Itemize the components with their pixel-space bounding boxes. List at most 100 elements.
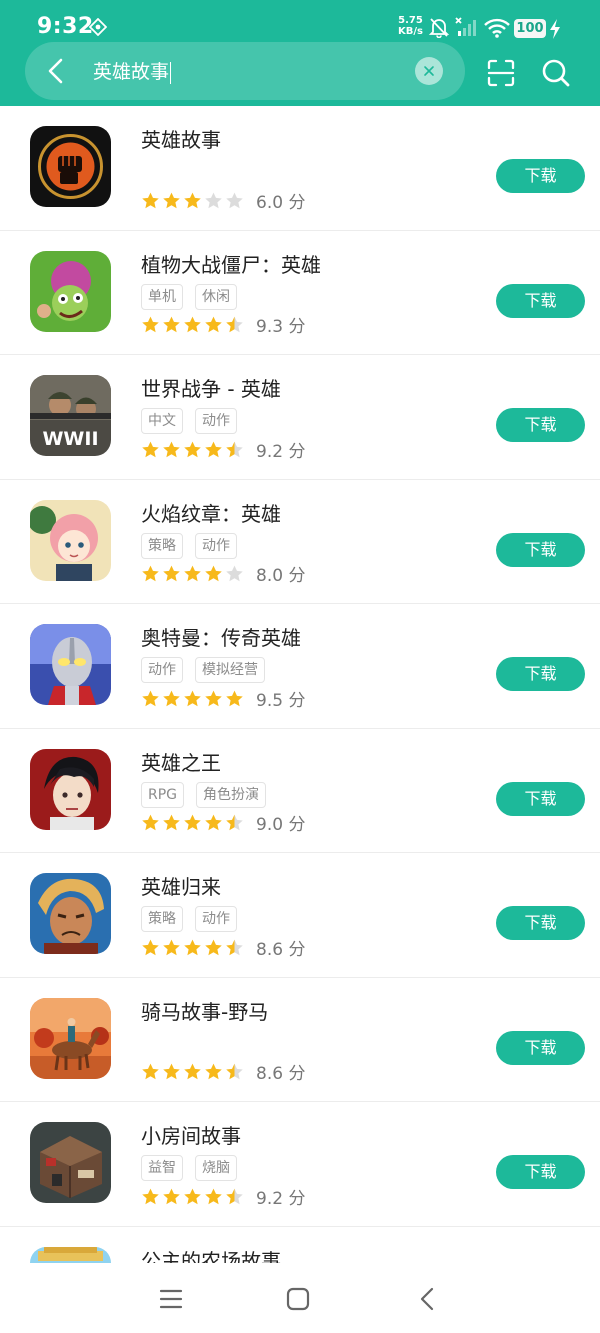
clear-search-button[interactable]: [415, 57, 443, 85]
app-name: 奥特曼：传奇英雄: [141, 626, 301, 650]
app-icon-dark-hair-hero: [30, 748, 111, 830]
scan-icon[interactable]: [485, 57, 517, 89]
star-full-icon: [226, 690, 243, 706]
app-tag: 动作: [141, 657, 183, 683]
star-empty-icon: [205, 192, 222, 208]
rating-score: 8.6 分: [256, 939, 306, 960]
star-rating: [141, 191, 244, 210]
star-full-icon: [142, 441, 159, 457]
app-name: 小房间故事: [141, 1124, 241, 1148]
star-full-icon: [163, 939, 180, 955]
app-list-item[interactable]: 火焰纹章：英雄 策略 动作 8.0 分 下载: [0, 480, 600, 604]
app-tags: 动作 模拟经营: [141, 657, 265, 683]
search-icon[interactable]: [540, 57, 572, 89]
app-rating: 8.0 分: [141, 563, 305, 586]
star-rating: [141, 440, 244, 459]
download-button[interactable]: 下载: [496, 1155, 585, 1189]
search-results-list[interactable]: 英雄故事 6.0 分 下载 植物大战僵尸：英雄 单机 休闲 9.3 分 下载 W…: [0, 106, 600, 1263]
star-rating: [141, 813, 244, 832]
app-name: 植物大战僵尸：英雄: [141, 252, 321, 277]
star-rating: [141, 1187, 244, 1206]
star-full-icon: [142, 565, 159, 582]
text-caret: [170, 61, 172, 84]
app-tags: 单机 休闲: [141, 283, 237, 310]
download-button[interactable]: 下载: [496, 1030, 585, 1065]
system-navigation-bar: [0, 1263, 600, 1333]
rating-score: 9.2 分: [256, 441, 306, 462]
download-button[interactable]: 下载: [496, 781, 585, 816]
app-list-item[interactable]: WWII 世界战争 - 英雄 中文 动作 9.2 分 下载: [0, 355, 600, 480]
app-rating: 9.3 分: [141, 314, 306, 337]
download-button[interactable]: 下载: [496, 283, 585, 318]
star-full-icon: [184, 565, 201, 582]
app-icon-anime-hero: [30, 499, 111, 581]
svg-text:WWII: WWII: [42, 428, 98, 450]
star-full-icon: [205, 814, 222, 831]
app-rating: 9.5 分: [141, 687, 306, 711]
back-button[interactable]: [42, 55, 72, 87]
app-name: 英雄之王: [141, 750, 221, 775]
download-button[interactable]: 下载: [496, 159, 585, 193]
star-half-icon: [226, 814, 243, 831]
battery-indicator: 100: [514, 19, 546, 38]
app-list-item[interactable]: 英雄归来 策略 动作 8.6 分 下载: [0, 853, 600, 978]
network-speed: 5.75 KB/s: [398, 15, 423, 37]
star-full-icon: [142, 1063, 159, 1080]
app-tag: 中文: [141, 408, 183, 434]
rating-score: 9.5 分: [256, 690, 306, 711]
star-half-icon: [226, 1063, 243, 1080]
app-rating: 9.2 分: [141, 438, 306, 462]
star-full-icon: [163, 690, 180, 706]
app-tag: 益智: [141, 1155, 183, 1181]
app-list-item[interactable]: 公主的农场故事: [0, 1227, 600, 1263]
app-icon-ultraman: [30, 624, 111, 705]
cell-signal-icon: [455, 17, 476, 36]
star-full-icon: [142, 939, 159, 955]
rating-score: 8.6 分: [256, 1064, 306, 1084]
app-rating: 9.0 分: [141, 812, 305, 835]
status-time: 9:32: [37, 14, 94, 39]
star-full-icon: [205, 441, 222, 457]
app-name: 火焰纹章：英雄: [141, 501, 281, 526]
app-name: 英雄归来: [141, 875, 221, 899]
app-list-item[interactable]: 英雄故事 6.0 分 下载: [0, 106, 600, 231]
app-tag: 策略: [141, 532, 183, 559]
app-list-item[interactable]: 小房间故事 益智 烧脑 9.2 分 下载: [0, 1102, 600, 1227]
download-button[interactable]: 下载: [496, 906, 585, 940]
menu-icon[interactable]: [158, 1286, 184, 1312]
app-tag: 烧脑: [195, 1155, 237, 1181]
rating-score: 9.3 分: [256, 317, 306, 337]
star-full-icon: [163, 192, 180, 208]
download-button[interactable]: 下载: [496, 408, 585, 442]
search-input[interactable]: 英雄故事: [93, 57, 393, 87]
star-full-icon: [205, 565, 222, 582]
star-full-icon: [142, 1188, 159, 1204]
app-list-item[interactable]: 植物大战僵尸：英雄 单机 休闲 9.3 分 下载: [0, 231, 600, 355]
star-full-icon: [184, 1188, 201, 1204]
app-tags: 中文 动作: [141, 408, 237, 434]
nav-back-icon[interactable]: [414, 1285, 440, 1313]
star-full-icon: [205, 316, 222, 333]
star-full-icon: [163, 441, 180, 457]
app-list-item[interactable]: 奥特曼：传奇英雄 动作 模拟经营 9.5 分 下载: [0, 604, 600, 729]
app-name: 世界战争 - 英雄: [141, 377, 281, 401]
star-rating: [141, 315, 244, 334]
app-icon-pixel-farm: [30, 1246, 111, 1263]
app-notification-icon: [89, 18, 107, 36]
app-tags: RPG 角色扮演: [141, 781, 267, 808]
star-empty-icon: [226, 192, 243, 208]
app-list-item[interactable]: 骑马故事-野马 8.6 分 下载: [0, 978, 600, 1102]
download-button[interactable]: 下载: [496, 532, 585, 567]
star-full-icon: [184, 1063, 201, 1080]
home-icon[interactable]: [285, 1286, 311, 1312]
search-query-text: 英雄故事: [93, 61, 170, 83]
app-tag: RPG: [141, 781, 185, 808]
download-button[interactable]: 下载: [496, 657, 585, 691]
app-icon-horse-rider: [30, 997, 111, 1079]
star-half-icon: [226, 441, 243, 457]
app-tag: 动作: [195, 906, 237, 932]
app-tag: 角色扮演: [196, 781, 267, 808]
star-full-icon: [184, 690, 201, 706]
star-full-icon: [142, 192, 159, 208]
app-list-item[interactable]: 英雄之王 RPG 角色扮演 9.0 分 下载: [0, 729, 600, 853]
